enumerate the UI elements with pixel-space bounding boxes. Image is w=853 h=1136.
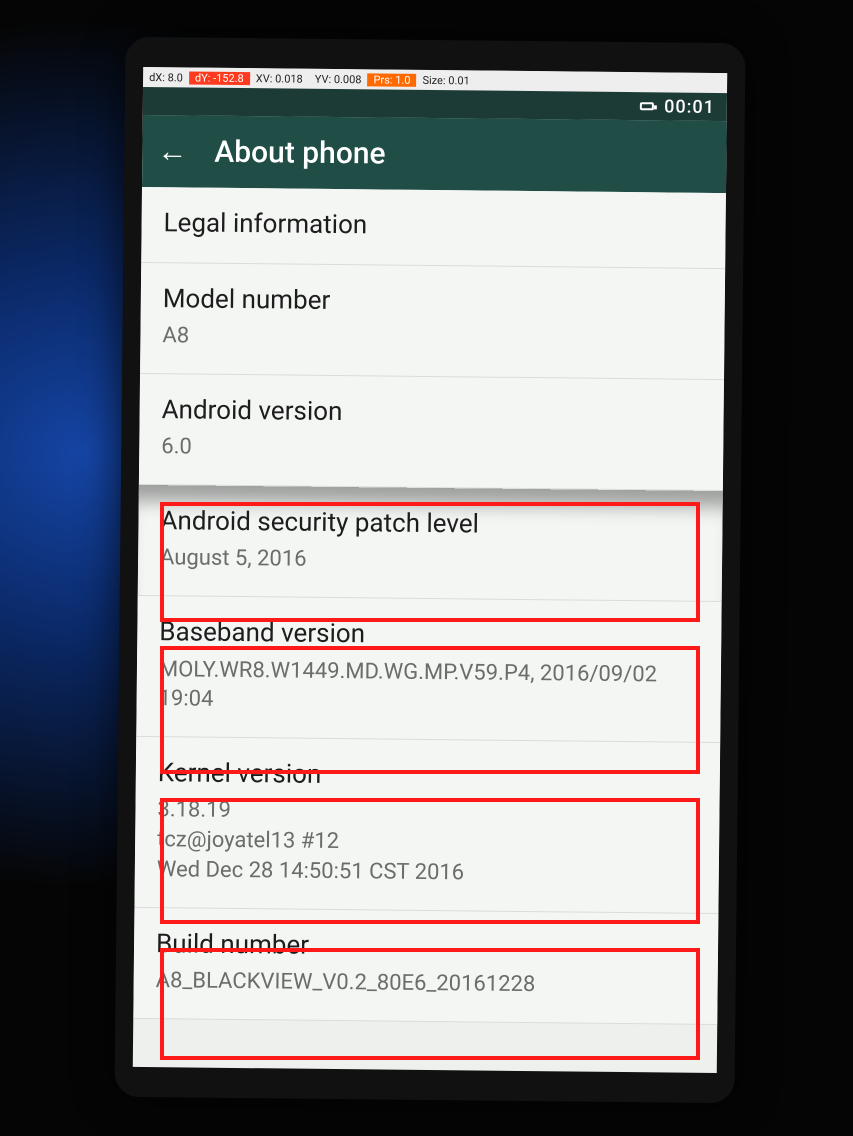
item-value: 3.18.19 tcz@joyatel13 #12 Wed Dec 28 14:…: [157, 796, 698, 891]
phone-body: dX: 8.0 dY: -152.8 XV: 0.018 YV: 0.008 P…: [114, 37, 745, 1103]
item-label: Android security patch level: [160, 505, 700, 543]
item-android-version[interactable]: Android version 6.0: [139, 374, 724, 491]
back-arrow-icon: ←: [157, 134, 187, 169]
debug-dx: dX: 8.0: [143, 70, 189, 83]
debug-size: Size: 0.01: [416, 73, 475, 87]
item-kernel-version[interactable]: Kernel version 3.18.19 tcz@joyatel13 #12…: [134, 737, 720, 914]
clock: 00:01: [664, 96, 715, 118]
page-title: About phone: [214, 134, 386, 171]
debug-xv: XV: 0.018: [250, 72, 309, 86]
back-button[interactable]: ←: [154, 133, 190, 169]
debug-yv: YV: 0.008: [309, 72, 368, 86]
item-label: Baseband version: [159, 616, 699, 654]
item-value: August 5, 2016: [160, 544, 700, 579]
item-label: Kernel version: [158, 757, 698, 795]
item-label: Legal information: [163, 207, 703, 245]
settings-list: Legal information Model number A8 Androi…: [133, 187, 726, 1025]
app-bar: ← About phone: [142, 115, 727, 193]
item-build-number[interactable]: Build number A8_BLACKVIEW_V0.2_80E6_2016…: [133, 907, 718, 1024]
item-label: Build number: [156, 928, 696, 966]
item-value: A8_BLACKVIEW_V0.2_80E6_20161228: [156, 966, 696, 1001]
debug-dy: dY: -152.8: [189, 71, 250, 85]
item-value: 6.0: [161, 432, 701, 467]
item-label: Model number: [163, 283, 703, 321]
item-security-patch[interactable]: Android security patch level August 5, 2…: [138, 485, 723, 602]
item-value: MOLY.WR8.W1449.MD.WG.MP.V59.P4, 2016/09/…: [158, 655, 699, 720]
item-baseband-version[interactable]: Baseband version MOLY.WR8.W1449.MD.WG.MP…: [136, 596, 721, 743]
item-legal-information[interactable]: Legal information: [141, 187, 726, 269]
item-model-number[interactable]: Model number A8: [140, 262, 725, 379]
battery-icon: [640, 102, 654, 110]
debug-prs: Prs: 1.0: [367, 73, 416, 87]
item-value: A8: [162, 321, 702, 356]
phone-screen: dX: 8.0 dY: -152.8 XV: 0.018 YV: 0.008 P…: [133, 67, 727, 1073]
item-label: Android version: [161, 394, 701, 432]
